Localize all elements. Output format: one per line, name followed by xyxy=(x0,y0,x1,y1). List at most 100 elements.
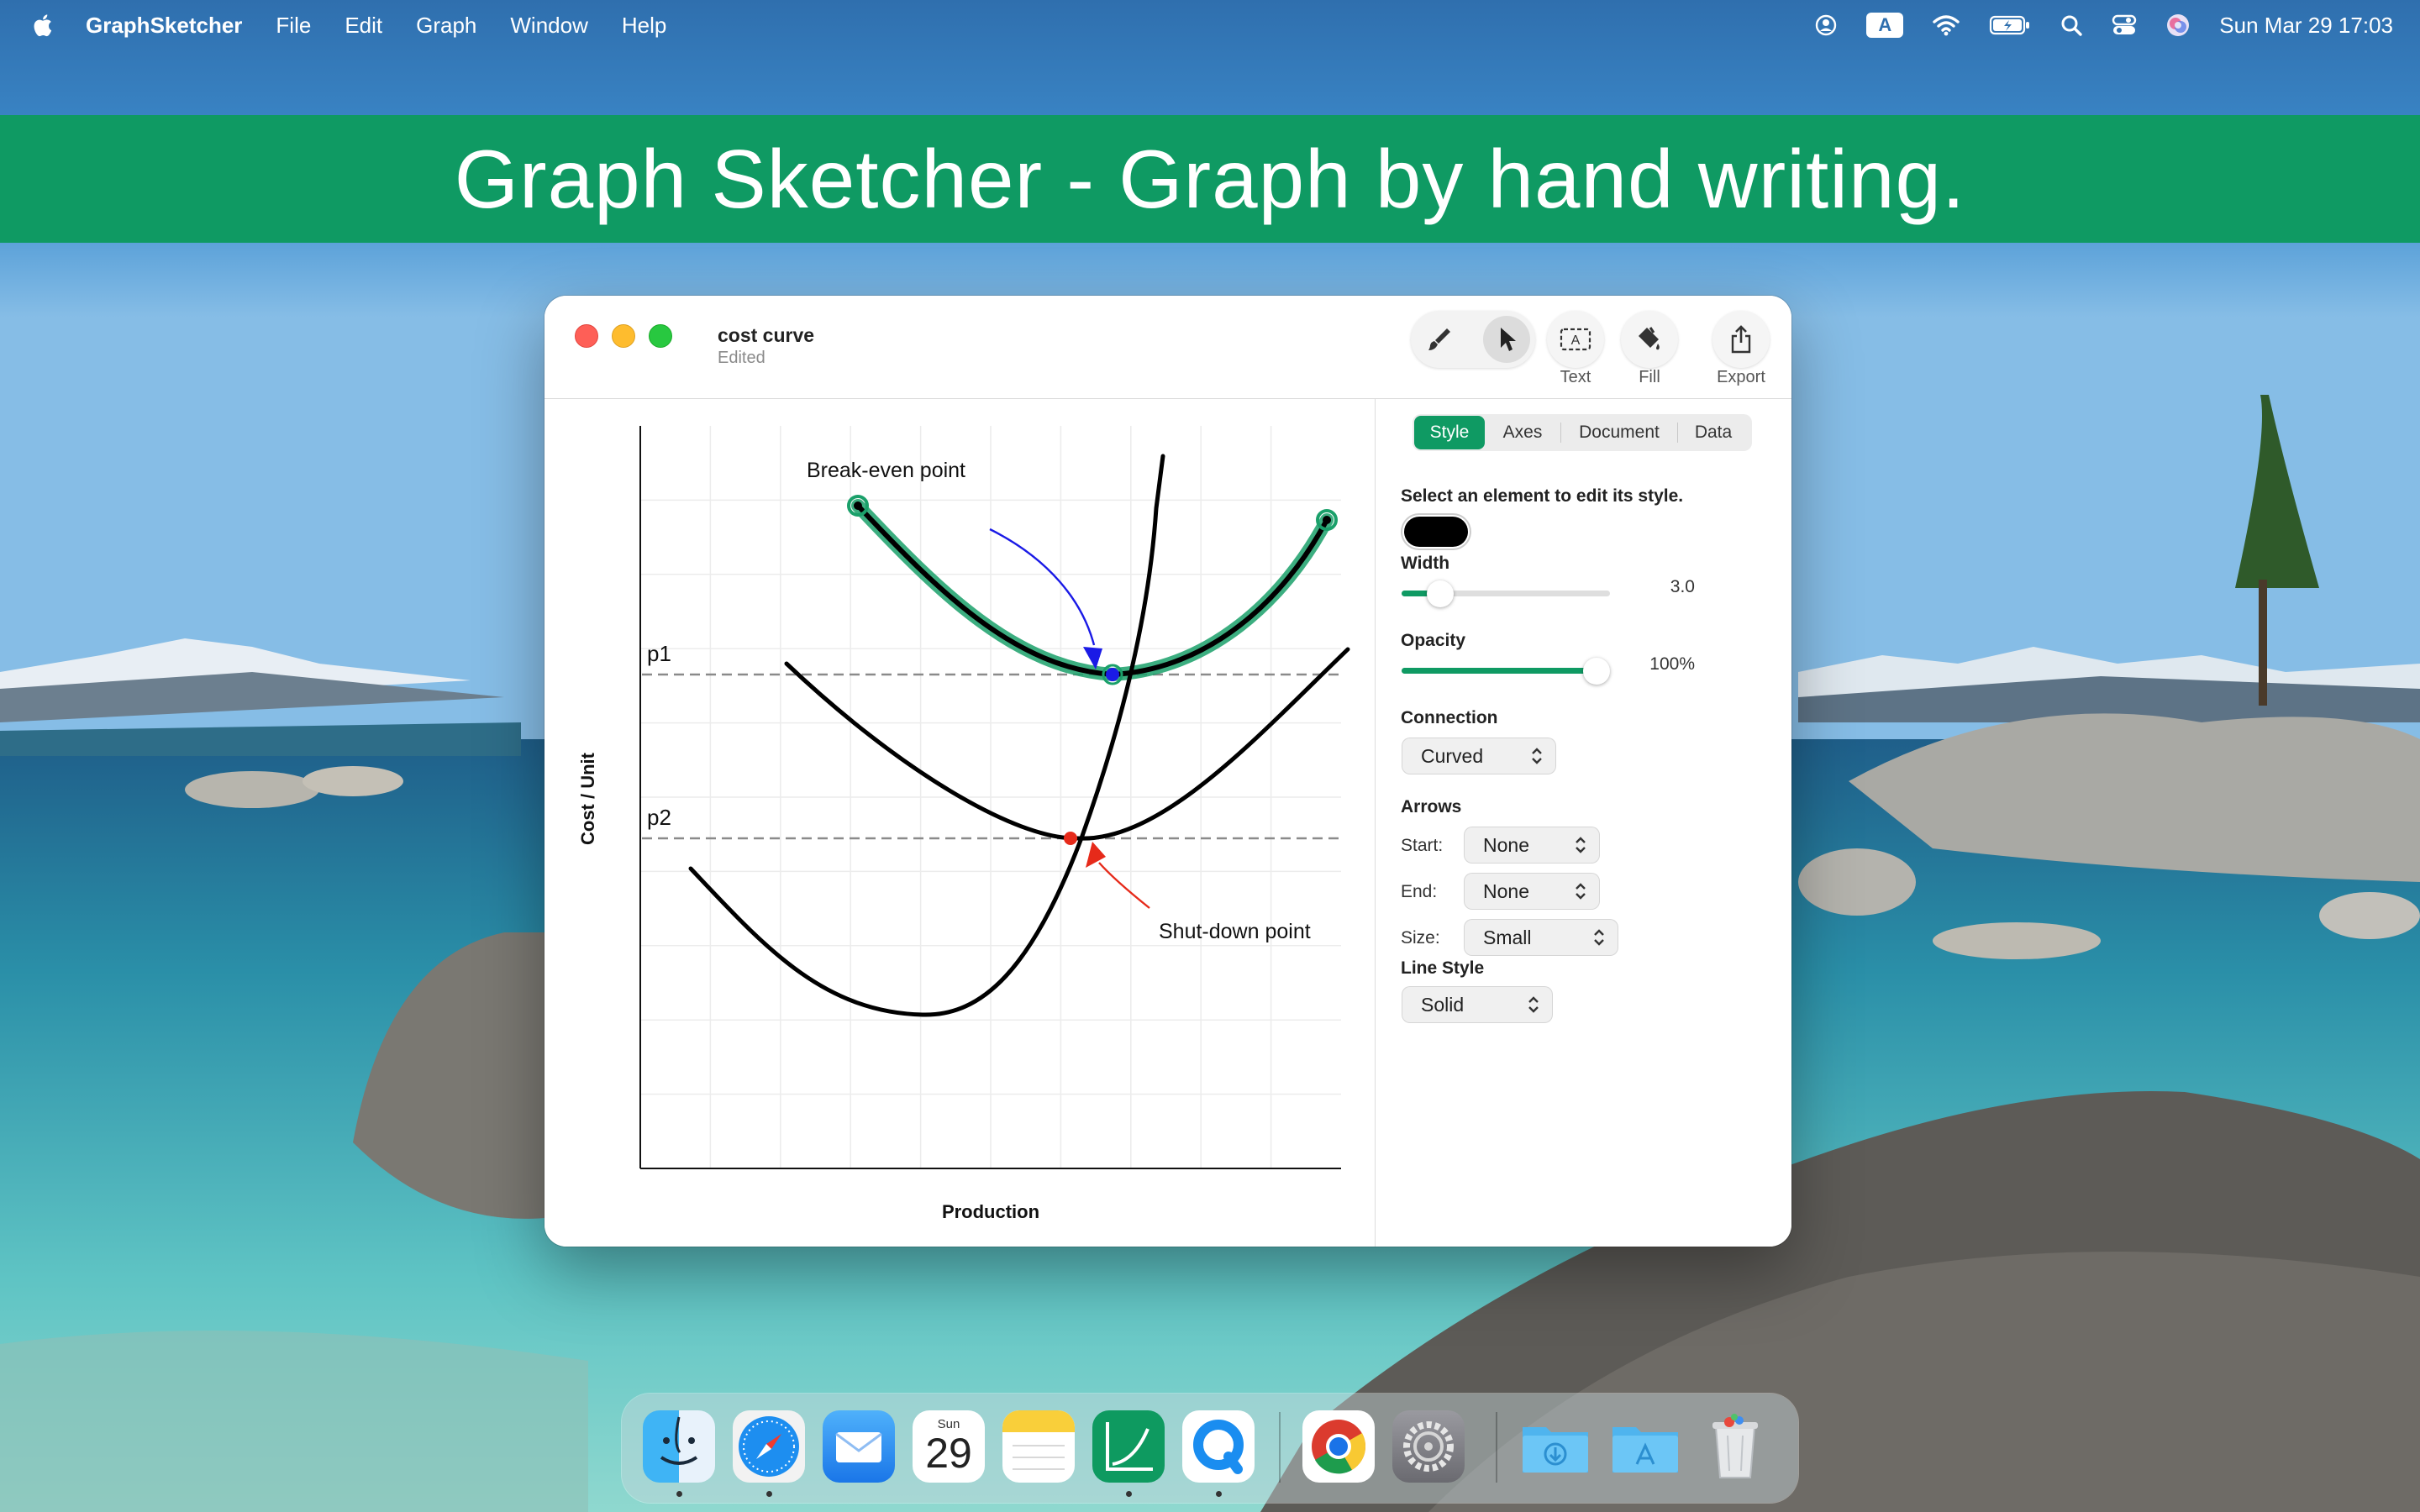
break-even-arrow[interactable] xyxy=(989,528,1096,646)
opacity-slider-knob[interactable] xyxy=(1583,658,1610,685)
connection-label: Connection xyxy=(1401,708,1498,727)
up-down-chevron-icon xyxy=(1594,929,1604,946)
menu-edit[interactable]: Edit xyxy=(345,13,382,39)
opacity-slider-fill xyxy=(1402,668,1597,674)
graph-curve-icon xyxy=(1106,1422,1153,1471)
dock-quicktime-icon[interactable] xyxy=(1182,1410,1255,1483)
user-icon[interactable] xyxy=(1814,13,1838,37)
opacity-slider[interactable] xyxy=(1402,658,1610,685)
menu-help[interactable]: Help xyxy=(622,13,666,39)
arrow-start-popup[interactable]: None xyxy=(1465,827,1599,863)
label-p2[interactable]: p2 xyxy=(647,805,671,830)
running-indicator xyxy=(1126,1491,1132,1497)
shut-down-label[interactable]: Shut-down point xyxy=(1159,920,1311,943)
search-icon[interactable] xyxy=(2060,13,2083,37)
trash-can-icon xyxy=(1712,1414,1758,1478)
brush-icon xyxy=(1428,328,1450,350)
up-down-chevron-icon xyxy=(1576,837,1586,853)
input-source-icon[interactable]: A xyxy=(1866,13,1904,38)
dock-finder-icon[interactable] xyxy=(643,1410,715,1483)
width-slider[interactable] xyxy=(1402,580,1610,607)
window-titlebar[interactable]: cost curve Edited A Text Fill Export xyxy=(544,296,1791,399)
control-center-icon[interactable] xyxy=(2112,13,2137,37)
share-icon xyxy=(1731,325,1751,354)
dock-separator xyxy=(1279,1412,1281,1483)
text-tool-button[interactable]: A xyxy=(1547,311,1604,368)
opacity-value: 100% xyxy=(1649,654,1695,674)
document-status: Edited xyxy=(718,349,765,367)
export-label: Export xyxy=(1717,368,1765,386)
apple-logo-icon[interactable] xyxy=(30,12,57,39)
applications-folder-icon xyxy=(1612,1427,1678,1473)
inspector-tabs: Style Axes Document Data xyxy=(1413,414,1752,451)
series-average-variable-cost[interactable] xyxy=(784,647,1350,841)
dock-chrome-icon[interactable] xyxy=(1302,1410,1375,1483)
color-swatch[interactable] xyxy=(1404,517,1468,547)
wifi-icon[interactable] xyxy=(1932,13,1960,37)
arrow-end-label: End: xyxy=(1401,882,1438,901)
arrow-size-value: Small xyxy=(1483,926,1532,948)
minimize-button[interactable] xyxy=(612,324,635,348)
battery-icon[interactable] xyxy=(1989,14,2031,36)
arrow-end-value: None xyxy=(1483,879,1529,902)
fill-bucket-icon xyxy=(1639,327,1660,350)
x-axis-title[interactable]: Production xyxy=(942,1201,1039,1222)
tool-mode-group xyxy=(1411,311,1535,368)
menubar-clock[interactable]: Sun Mar 29 17:03 xyxy=(2219,13,2393,39)
width-label: Width xyxy=(1401,554,1450,573)
shut-down-arrowhead xyxy=(1086,842,1106,868)
export-button[interactable] xyxy=(1712,311,1770,368)
graph-canvas[interactable]: p1 p2 Break-even point Shut-down point P… xyxy=(544,399,1375,1247)
dock-calendar-icon[interactable]: Sun 29 xyxy=(913,1410,985,1483)
graph-svg[interactable]: p1 p2 Break-even point Shut-down point P… xyxy=(544,399,1375,1247)
envelope-icon xyxy=(835,1432,882,1462)
y-axis-title[interactable]: Cost / Unit xyxy=(577,752,598,845)
tab-document[interactable]: Document xyxy=(1561,416,1677,449)
fill-tool-button[interactable] xyxy=(1621,311,1678,368)
menu-app-name[interactable]: GraphSketcher xyxy=(86,13,242,39)
zoom-button[interactable] xyxy=(649,324,672,348)
text-box-icon: A xyxy=(1560,328,1591,351)
dock-applications-folder[interactable] xyxy=(1609,1410,1681,1483)
connection-popup[interactable]: Curved xyxy=(1402,738,1555,774)
dock-trash-icon[interactable] xyxy=(1699,1410,1771,1483)
dock-settings-icon[interactable] xyxy=(1392,1410,1465,1483)
dock-mail-icon[interactable] xyxy=(823,1410,895,1483)
menu-graph[interactable]: Graph xyxy=(416,13,476,39)
menu-window[interactable]: Window xyxy=(510,13,587,39)
notes-pad-icon xyxy=(1002,1410,1075,1470)
select-tool-button[interactable] xyxy=(1483,316,1530,363)
connection-value: Curved xyxy=(1421,744,1484,767)
banner-text: Graph Sketcher - Graph by hand writing. xyxy=(454,132,1966,225)
shut-down-point-marker[interactable] xyxy=(1064,832,1077,845)
pointer-arrow-icon xyxy=(1501,328,1516,351)
close-button[interactable] xyxy=(575,324,598,348)
menu-file[interactable]: File xyxy=(276,13,311,39)
shut-down-arrow[interactable] xyxy=(1098,862,1150,909)
arrow-end-popup[interactable]: None xyxy=(1465,874,1599,909)
width-value: 3.0 xyxy=(1670,577,1695,596)
dock-graphsketcher-icon[interactable] xyxy=(1092,1410,1165,1483)
width-slider-knob[interactable] xyxy=(1427,580,1455,607)
input-source-letter: A xyxy=(1878,14,1892,35)
gear-icon xyxy=(1403,1421,1454,1472)
break-even-label[interactable]: Break-even point xyxy=(807,459,965,482)
line-style-popup[interactable]: Solid xyxy=(1402,987,1552,1022)
label-p1[interactable]: p1 xyxy=(647,641,671,666)
draw-tool-button[interactable] xyxy=(1416,316,1463,363)
chrome-logo-icon xyxy=(1312,1420,1366,1474)
dock-downloads-folder[interactable] xyxy=(1519,1410,1591,1483)
finder-face-icon xyxy=(660,1416,698,1465)
dock-notes-icon[interactable] xyxy=(1002,1410,1075,1483)
break-even-point-marker[interactable] xyxy=(1106,668,1119,681)
dock-safari-icon[interactable] xyxy=(733,1410,805,1483)
arrow-size-popup[interactable]: Small xyxy=(1465,920,1618,955)
tab-data[interactable]: Data xyxy=(1678,416,1749,449)
siri-icon[interactable] xyxy=(2165,13,2191,38)
document-title: cost curve xyxy=(718,324,815,346)
inspector-panel: Style Axes Document Data Select an eleme… xyxy=(1375,399,1791,1247)
tab-axes[interactable]: Axes xyxy=(1485,416,1560,449)
tab-style[interactable]: Style xyxy=(1414,416,1485,449)
series-marginal-cost[interactable] xyxy=(688,454,1165,1017)
selection-handle-end-dot xyxy=(1323,516,1331,524)
